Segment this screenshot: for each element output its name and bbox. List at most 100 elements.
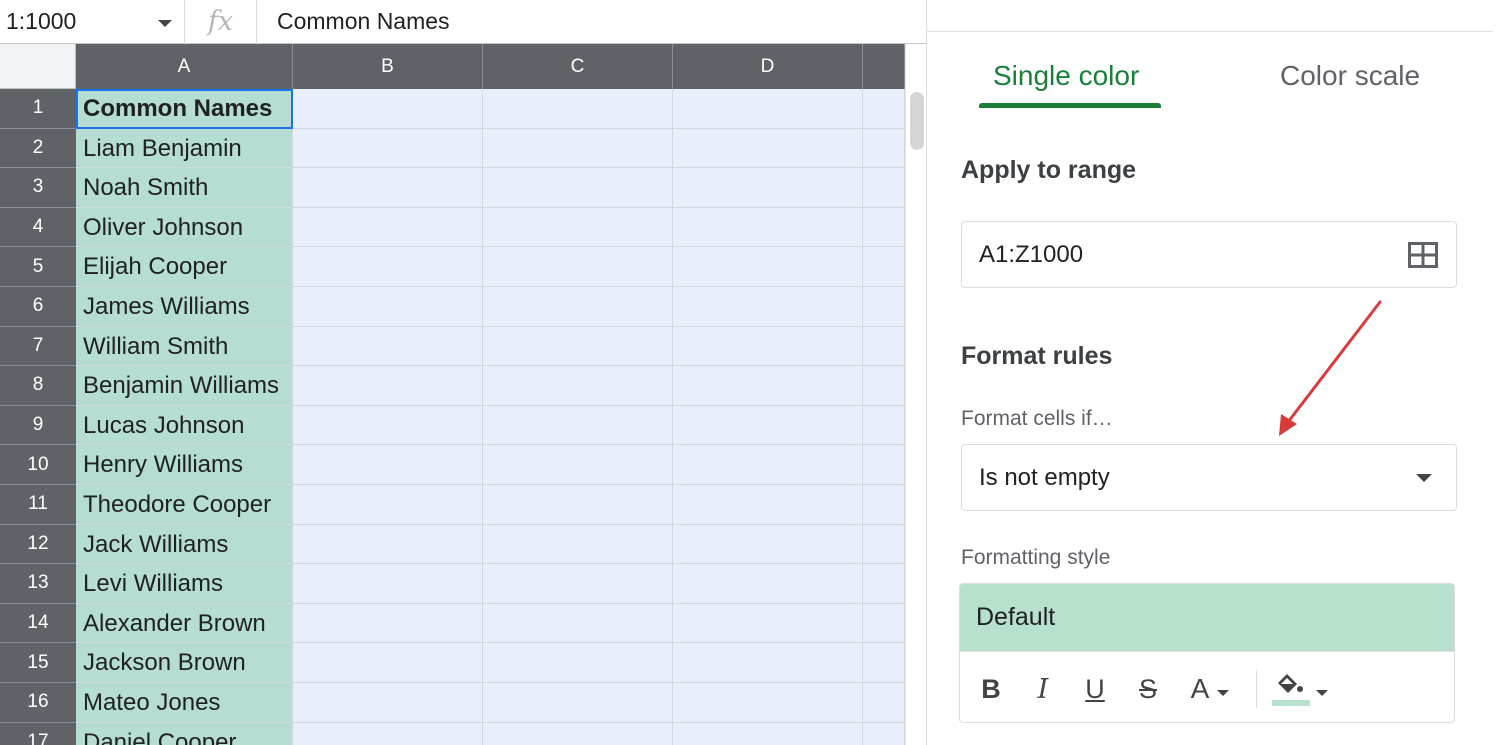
cell-e-13[interactable]	[863, 564, 905, 604]
cell-d-10[interactable]	[673, 445, 863, 485]
column-header-d[interactable]: D	[673, 44, 863, 89]
cell-c-12[interactable]	[483, 524, 673, 565]
cell-b-15[interactable]	[293, 643, 483, 683]
row-header[interactable]: 3	[0, 168, 76, 208]
cell-c-11[interactable]	[483, 485, 673, 525]
cell-d-5[interactable]	[673, 247, 863, 287]
fill-color-chevron-icon[interactable]	[1316, 690, 1328, 696]
range-input[interactable]: A1:Z1000	[961, 221, 1457, 288]
select-all-corner[interactable]	[0, 44, 76, 89]
cell-a-14[interactable]: Alexander Brown	[76, 603, 293, 644]
cell-a-11[interactable]: Theodore Cooper	[76, 485, 293, 525]
cell-a-17[interactable]: Daniel Cooper	[76, 722, 293, 745]
cell-b-6[interactable]	[293, 287, 483, 327]
cell-d-16[interactable]	[673, 683, 863, 723]
cell-c-1[interactable]	[483, 89, 673, 129]
cell-d-8[interactable]	[673, 366, 863, 406]
row-header[interactable]: 2	[0, 128, 76, 169]
cell-e-2[interactable]	[863, 128, 905, 169]
row-header[interactable]: 9	[0, 405, 76, 446]
cell-e-16[interactable]	[863, 683, 905, 723]
row-header[interactable]: 1	[0, 89, 76, 129]
cell-c-2[interactable]	[483, 128, 673, 169]
cell-c-10[interactable]	[483, 445, 673, 485]
cell-d-3[interactable]	[673, 168, 863, 208]
cell-e-9[interactable]	[863, 405, 905, 446]
row-header[interactable]: 11	[0, 485, 76, 525]
cell-a-1[interactable]: Common Names	[76, 89, 293, 129]
cell-c-13[interactable]	[483, 564, 673, 604]
cell-e-17[interactable]	[863, 722, 905, 745]
cell-b-12[interactable]	[293, 524, 483, 565]
cell-b-17[interactable]	[293, 722, 483, 745]
cell-c-7[interactable]	[483, 326, 673, 367]
column-header-e[interactable]	[863, 44, 905, 89]
cell-e-4[interactable]	[863, 207, 905, 248]
cell-b-5[interactable]	[293, 247, 483, 287]
cell-d-9[interactable]	[673, 405, 863, 446]
bold-button[interactable]: B	[978, 669, 1004, 709]
italic-button[interactable]: I	[1030, 669, 1056, 709]
cell-a-5[interactable]: Elijah Cooper	[76, 247, 293, 287]
underline-button[interactable]: U	[1082, 669, 1108, 709]
cell-d-13[interactable]	[673, 564, 863, 604]
column-header-c[interactable]: C	[483, 44, 673, 89]
cell-c-15[interactable]	[483, 643, 673, 683]
cell-b-13[interactable]	[293, 564, 483, 604]
cell-d-17[interactable]	[673, 722, 863, 745]
row-header[interactable]: 5	[0, 247, 76, 287]
cell-b-2[interactable]	[293, 128, 483, 169]
cell-e-10[interactable]	[863, 445, 905, 485]
cell-c-4[interactable]	[483, 207, 673, 248]
cell-c-9[interactable]	[483, 405, 673, 446]
cell-e-15[interactable]	[863, 643, 905, 683]
cell-a-4[interactable]: Oliver Johnson	[76, 207, 293, 248]
cell-d-4[interactable]	[673, 207, 863, 248]
dropdown-arrow-icon[interactable]	[1416, 474, 1432, 482]
cell-c-3[interactable]	[483, 168, 673, 208]
text-color-button[interactable]: A	[1185, 669, 1215, 709]
cell-e-5[interactable]	[863, 247, 905, 287]
cell-d-7[interactable]	[673, 326, 863, 367]
tab-color-scale[interactable]: Color scale	[1280, 60, 1420, 92]
fill-color-icon[interactable]	[1270, 667, 1312, 709]
column-header-b[interactable]: B	[293, 44, 483, 89]
cell-a-12[interactable]: Jack Williams	[76, 524, 293, 565]
row-header[interactable]: 4	[0, 207, 76, 248]
cell-d-15[interactable]	[673, 643, 863, 683]
cell-c-16[interactable]	[483, 683, 673, 723]
row-header[interactable]: 6	[0, 287, 76, 327]
cell-b-7[interactable]	[293, 326, 483, 367]
cell-b-11[interactable]	[293, 485, 483, 525]
cell-c-6[interactable]	[483, 287, 673, 327]
cell-b-3[interactable]	[293, 168, 483, 208]
row-header[interactable]: 16	[0, 683, 76, 723]
cell-e-8[interactable]	[863, 366, 905, 406]
cell-a-3[interactable]: Noah Smith	[76, 168, 293, 208]
cell-a-16[interactable]: Mateo Jones	[76, 683, 293, 723]
cell-e-6[interactable]	[863, 287, 905, 327]
cell-a-8[interactable]: Benjamin Williams	[76, 366, 293, 406]
cell-d-2[interactable]	[673, 128, 863, 169]
chevron-down-icon[interactable]	[158, 19, 172, 27]
select-range-icon[interactable]	[1408, 242, 1438, 268]
cell-a-2[interactable]: Liam Benjamin	[76, 128, 293, 169]
cell-a-9[interactable]: Lucas Johnson	[76, 405, 293, 446]
row-header[interactable]: 13	[0, 564, 76, 604]
cell-b-9[interactable]	[293, 405, 483, 446]
row-header[interactable]: 12	[0, 524, 76, 565]
row-header[interactable]: 8	[0, 366, 76, 406]
cell-c-5[interactable]	[483, 247, 673, 287]
cell-d-12[interactable]	[673, 524, 863, 565]
cell-a-13[interactable]: Levi Williams	[76, 564, 293, 604]
cell-c-17[interactable]	[483, 722, 673, 745]
cell-e-14[interactable]	[863, 603, 905, 644]
cell-a-6[interactable]: James Williams	[76, 287, 293, 327]
cell-b-4[interactable]	[293, 207, 483, 248]
cell-b-14[interactable]	[293, 603, 483, 644]
cell-b-10[interactable]	[293, 445, 483, 485]
scrollbar-thumb[interactable]	[910, 92, 924, 150]
cell-b-8[interactable]	[293, 366, 483, 406]
cell-b-16[interactable]	[293, 683, 483, 723]
cell-e-11[interactable]	[863, 485, 905, 525]
